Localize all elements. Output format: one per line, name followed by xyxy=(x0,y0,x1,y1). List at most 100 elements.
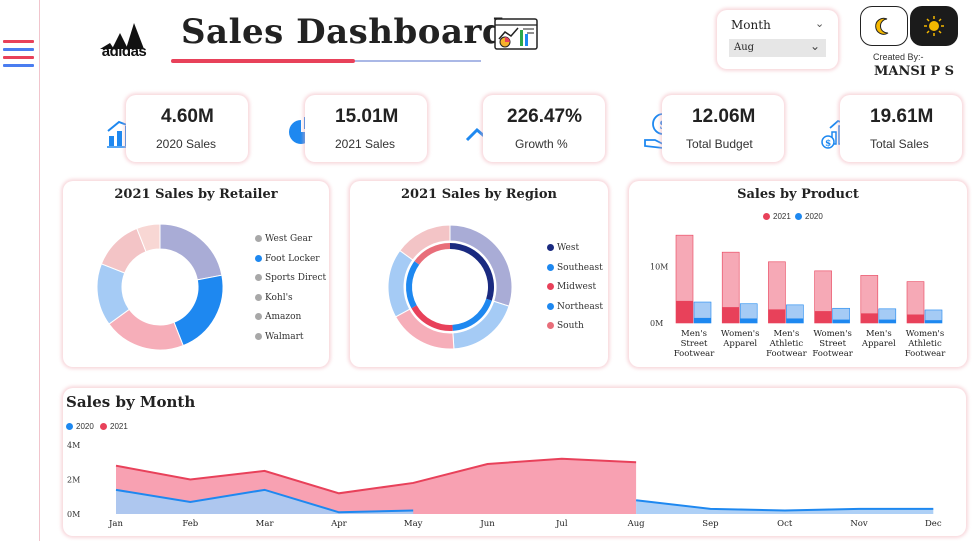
title-underline xyxy=(171,59,481,63)
light-theme-button[interactable] xyxy=(860,6,908,46)
bar-2020-highlight xyxy=(925,320,942,323)
month-filter-card: Month ⌄ Aug ⌄ xyxy=(717,10,838,69)
sun-icon xyxy=(924,16,944,36)
x-tick-label: Athletic xyxy=(769,339,804,349)
x-tick-label: Apparel xyxy=(861,339,896,349)
bar-2020-highlight xyxy=(694,317,711,323)
author-name: MANSI P S xyxy=(874,64,955,79)
kpi-label: Total Budget xyxy=(686,137,753,151)
month-filter-label: Month xyxy=(731,18,771,32)
legend-item: Southeast xyxy=(547,263,603,273)
legend-item: West xyxy=(547,243,579,253)
x-tick-label: Apparel xyxy=(722,339,757,349)
adidas-logo: adidas xyxy=(92,19,156,61)
x-tick-label: Jul xyxy=(555,519,568,529)
x-tick-label: Women's xyxy=(721,329,760,339)
kpi-card-growth: 226.47% Growth % xyxy=(483,95,605,162)
kpi-card-2021-sales: 15.01M 2021 Sales xyxy=(305,95,427,162)
month-chart-card: Sales by Month 2020 2021 0M 2M 4M Jan Feb Mar… xyxy=(63,388,966,536)
month-select-value: Aug xyxy=(734,42,755,53)
x-tick-label: Oct xyxy=(777,519,793,529)
select-chevron-icon: ⌄ xyxy=(809,39,820,53)
x-tick-label: Footwear xyxy=(905,349,946,359)
x-tick-label: Mar xyxy=(256,519,275,529)
moon-icon xyxy=(875,17,889,35)
side-rail xyxy=(0,0,40,541)
x-tick-label: Footwear xyxy=(674,349,715,359)
x-tick-label: Footwear xyxy=(766,349,807,359)
product-bar-chart: 0M10MMen'sStreetFootwearWomen'sApparelMe… xyxy=(650,234,946,359)
y-tick-label: 4M xyxy=(67,441,80,450)
area-2020 xyxy=(636,500,934,514)
x-tick-label: Street xyxy=(819,339,846,349)
x-tick-label: Women's xyxy=(906,329,945,339)
x-tick-label: Dec xyxy=(925,519,942,529)
x-tick-label: Footwear xyxy=(812,349,853,359)
x-tick-label: Jun xyxy=(479,519,495,529)
legend-item: Walmart xyxy=(255,332,304,342)
region-chart-card: 2021 Sales by Region West Southeast Midwes… xyxy=(350,181,608,367)
y-tick-label: 2M xyxy=(67,476,80,485)
pie-slice xyxy=(449,224,513,307)
x-tick-label: Nov xyxy=(850,519,868,529)
x-tick-label: Men's xyxy=(681,329,707,339)
dark-theme-button[interactable] xyxy=(910,6,958,46)
bar-2021-highlight xyxy=(907,314,924,323)
kpi-label: 2020 Sales xyxy=(156,137,217,151)
kpi-card-total-sales: 19.61M Total Sales xyxy=(840,95,962,162)
x-tick-label: Women's xyxy=(813,329,852,339)
bar-2021-highlight xyxy=(722,307,740,323)
bar-2021-highlight xyxy=(676,300,693,323)
pie-slice xyxy=(173,274,224,347)
x-tick-label: May xyxy=(404,519,423,529)
created-by-label: Created By:- xyxy=(873,52,924,62)
pie-slice xyxy=(159,223,223,281)
kpi-label: 2021 Sales xyxy=(335,137,396,151)
svg-text:$: $ xyxy=(825,139,831,149)
x-tick-label: Men's xyxy=(866,329,892,339)
y-tick-label: 0M xyxy=(67,510,80,519)
x-tick-label: Sep xyxy=(702,519,719,529)
x-tick-label: Street xyxy=(681,339,708,349)
bar-2020-highlight xyxy=(878,319,896,323)
legend-item: West Gear xyxy=(255,234,312,244)
bar-2021-highlight xyxy=(860,313,878,323)
kpi-value: 19.61M xyxy=(870,106,934,127)
report-chart-icon xyxy=(494,18,538,50)
legend-item: Sports Direct xyxy=(255,273,326,283)
region-donut xyxy=(387,224,513,350)
kpi-label: Total Sales xyxy=(870,137,929,151)
menu-icon[interactable] xyxy=(3,40,34,70)
kpi-value: 226.47% xyxy=(507,106,583,127)
page-title: Sales Dashboard xyxy=(181,12,507,52)
x-tick-label: Aug xyxy=(627,519,646,529)
kpi-card-2020-sales: 4.60M 2020 Sales xyxy=(126,95,248,162)
brand-text: adidas xyxy=(101,43,147,60)
x-tick-label: Apr xyxy=(330,519,348,529)
x-tick-label: Athletic xyxy=(907,339,942,349)
bar-2021-highlight xyxy=(768,309,786,323)
product-chart-card: Sales by Product 2021 2020 0M 10M Men's Str… xyxy=(629,181,967,367)
month-area-chart: 0M 2M 4M Jan Feb Mar Apr May Jun Jul Aug Sep Oct Nov D… xyxy=(67,441,942,529)
legend-item: Kohl's xyxy=(255,293,293,303)
kpi-label: Growth % xyxy=(515,137,568,151)
kpi-card-budget: 12.06M Total Budget xyxy=(662,95,784,162)
x-tick-label: Feb xyxy=(182,519,198,529)
y-tick-label: 10M xyxy=(650,262,668,271)
bar-2021-highlight xyxy=(814,311,832,323)
chevron-down-icon[interactable]: ⌄ xyxy=(815,17,824,30)
bar-2020-highlight xyxy=(740,318,758,323)
month-select[interactable]: Aug ⌄ xyxy=(729,39,826,57)
legend-item: Midwest xyxy=(547,282,596,292)
legend-item: Foot Locker xyxy=(255,254,320,264)
x-tick-label: Men's xyxy=(773,329,799,339)
retailer-chart-card: 2021 Sales by Retailer West Gear Foot Loc… xyxy=(63,181,329,367)
legend-item: South xyxy=(547,321,584,331)
y-tick-label: 0M xyxy=(650,319,663,328)
kpi-value: 12.06M xyxy=(692,106,756,127)
kpi-value: 4.60M xyxy=(161,106,214,127)
legend-item: Amazon xyxy=(255,312,301,322)
x-tick-label: Jan xyxy=(108,519,123,529)
kpi-value: 15.01M xyxy=(335,106,399,127)
bar-2020-highlight xyxy=(786,318,804,323)
